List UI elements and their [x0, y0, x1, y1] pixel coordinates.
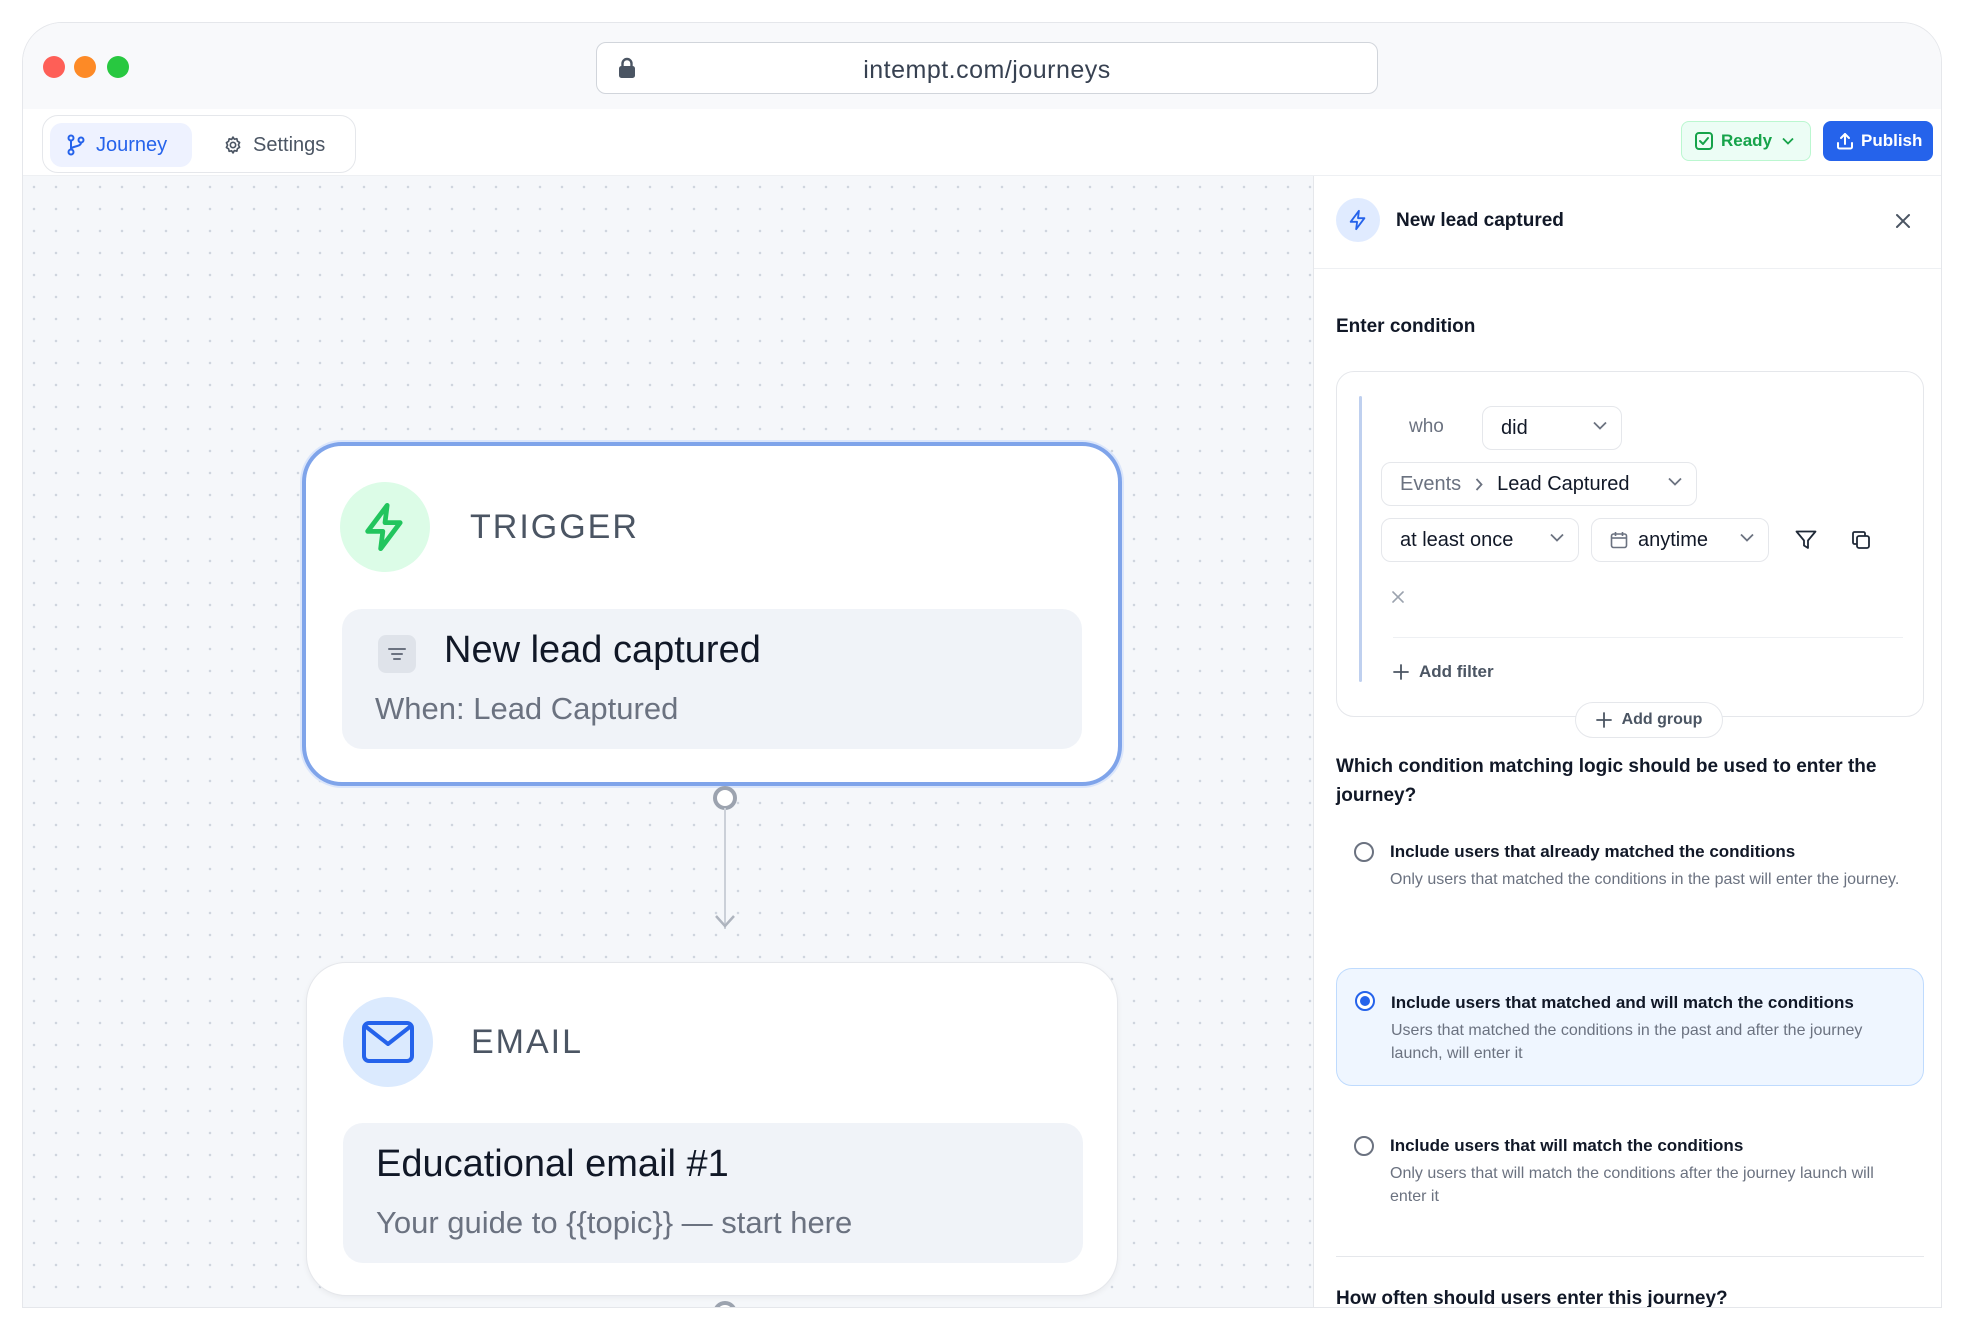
events-category: Events — [1400, 472, 1462, 495]
did-value: did — [1501, 416, 1528, 439]
time-range-select[interactable]: anytime — [1591, 518, 1769, 562]
tab-settings-label: Settings — [253, 133, 326, 156]
publish-button[interactable]: Publish — [1823, 121, 1933, 161]
option-title: Include users that matched and will matc… — [1391, 993, 1854, 1012]
radio-will-match[interactable] — [1354, 1136, 1374, 1156]
tab-journey[interactable]: Journey — [50, 123, 192, 167]
chevron-down-icon — [1740, 533, 1754, 542]
option-title: Include users that will match the condit… — [1390, 1136, 1744, 1155]
trigger-title: New lead captured — [444, 629, 761, 671]
option-description: Only users that will match the condition… — [1390, 1165, 1874, 1205]
did-select[interactable]: did — [1482, 406, 1622, 450]
panel-header: New lead captured — [1314, 176, 1941, 269]
lightning-icon — [340, 482, 430, 572]
status-label: Ready — [1721, 131, 1773, 150]
chevron-down-icon — [1593, 421, 1607, 430]
view-tabs: Journey Settings — [42, 115, 356, 173]
app-topbar: Journey Settings Ready Publish — [23, 109, 1941, 176]
trigger-detail-card: New lead captured When: Lead Captured — [342, 609, 1082, 749]
option-title: Include users that already matched the c… — [1390, 842, 1796, 861]
plus-icon — [1393, 664, 1409, 680]
chevron-down-icon — [1668, 477, 1682, 486]
filter-icon[interactable] — [1795, 530, 1817, 550]
branch-icon — [67, 134, 85, 156]
add-group-label: Add group — [1621, 711, 1703, 728]
upload-icon — [1837, 133, 1853, 150]
time-range-value: anytime — [1638, 528, 1709, 551]
email-node[interactable]: EMAIL Educational email #1 Your guide to… — [306, 962, 1118, 1296]
gear-icon — [225, 136, 241, 154]
lightning-icon — [1336, 198, 1380, 242]
condition-group-rail — [1359, 396, 1362, 682]
publish-label: Publish — [1861, 131, 1923, 150]
panel-title: New lead captured — [1396, 210, 1564, 231]
frequency-value: at least once — [1400, 528, 1514, 551]
option-description: Users that matched the conditions in the… — [1391, 1022, 1863, 1062]
frequency-select[interactable]: at least once — [1381, 518, 1579, 562]
mail-icon — [343, 997, 433, 1087]
window-minimize-dot[interactable] — [74, 56, 96, 78]
add-filter-label: Add filter — [1419, 662, 1494, 681]
node-connector — [713, 786, 737, 929]
remove-condition-icon[interactable] — [1391, 590, 1405, 604]
tab-journey-label: Journey — [96, 133, 168, 156]
option-already-matched[interactable]: Include users that already matched the c… — [1336, 828, 1924, 928]
option-description: Only users that matched the conditions i… — [1390, 871, 1900, 888]
chevron-right-icon — [1475, 477, 1483, 491]
add-group-button[interactable]: Add group — [1575, 702, 1723, 738]
status-dropdown[interactable]: Ready — [1681, 121, 1811, 161]
copy-icon[interactable] — [1851, 530, 1871, 550]
trigger-subtitle: When: Lead Captured — [375, 691, 679, 726]
radio-already-matched[interactable] — [1354, 842, 1374, 862]
event-select[interactable]: Events Lead Captured — [1381, 462, 1697, 506]
frequency-question: How often should users enter this journe… — [1336, 1288, 1728, 1308]
journey-canvas[interactable]: TRIGGER New lead captured When: Lead Cap… — [23, 176, 1313, 1307]
trigger-type-label: TRIGGER — [470, 508, 639, 546]
list-icon — [378, 635, 416, 673]
condition-divider — [1393, 637, 1903, 638]
browser-titlebar: intempt.com/journeys — [23, 23, 1941, 109]
browser-window: intempt.com/journeys Journey Settings Re… — [22, 22, 1942, 1308]
plus-icon — [1595, 712, 1612, 728]
window-close-dot[interactable] — [43, 56, 65, 78]
radio-matched-and-will-match[interactable] — [1355, 991, 1375, 1011]
condition-builder: who did Events Lead Captured at least on… — [1336, 371, 1924, 738]
who-label: who — [1409, 416, 1444, 437]
url-text: intempt.com/journeys — [863, 56, 1111, 84]
window-maximize-dot[interactable] — [107, 56, 129, 78]
email-subtitle: Your guide to {{topic}} — start here — [376, 1205, 853, 1240]
chevron-down-icon — [1550, 533, 1564, 542]
check-square-icon — [1695, 132, 1713, 150]
calendar-icon — [1610, 532, 1628, 549]
node-settings-panel: New lead captured Enter condition who di… — [1313, 176, 1941, 1308]
chevron-down-icon — [1782, 137, 1794, 145]
event-value: Lead Captured — [1497, 472, 1630, 495]
section-divider — [1336, 1256, 1924, 1257]
tab-settings[interactable]: Settings — [207, 123, 337, 167]
enter-condition-label: Enter condition — [1336, 316, 1476, 337]
logic-question: Which condition matching logic should be… — [1336, 756, 1877, 806]
address-bar[interactable]: intempt.com/journeys — [596, 42, 1378, 94]
email-title: Educational email #1 — [376, 1143, 729, 1185]
node-connector-bottom — [714, 1301, 736, 1307]
option-will-match[interactable]: Include users that will match the condit… — [1336, 1122, 1924, 1222]
close-icon[interactable] — [1894, 212, 1912, 230]
add-filter-button[interactable]: Add filter — [1393, 662, 1494, 682]
email-detail-card: Educational email #1 Your guide to {{top… — [343, 1123, 1083, 1263]
option-matched-and-will-match[interactable]: Include users that matched and will matc… — [1336, 968, 1924, 1086]
trigger-node[interactable]: TRIGGER New lead captured When: Lead Cap… — [302, 442, 1122, 786]
email-type-label: EMAIL — [471, 1023, 584, 1061]
